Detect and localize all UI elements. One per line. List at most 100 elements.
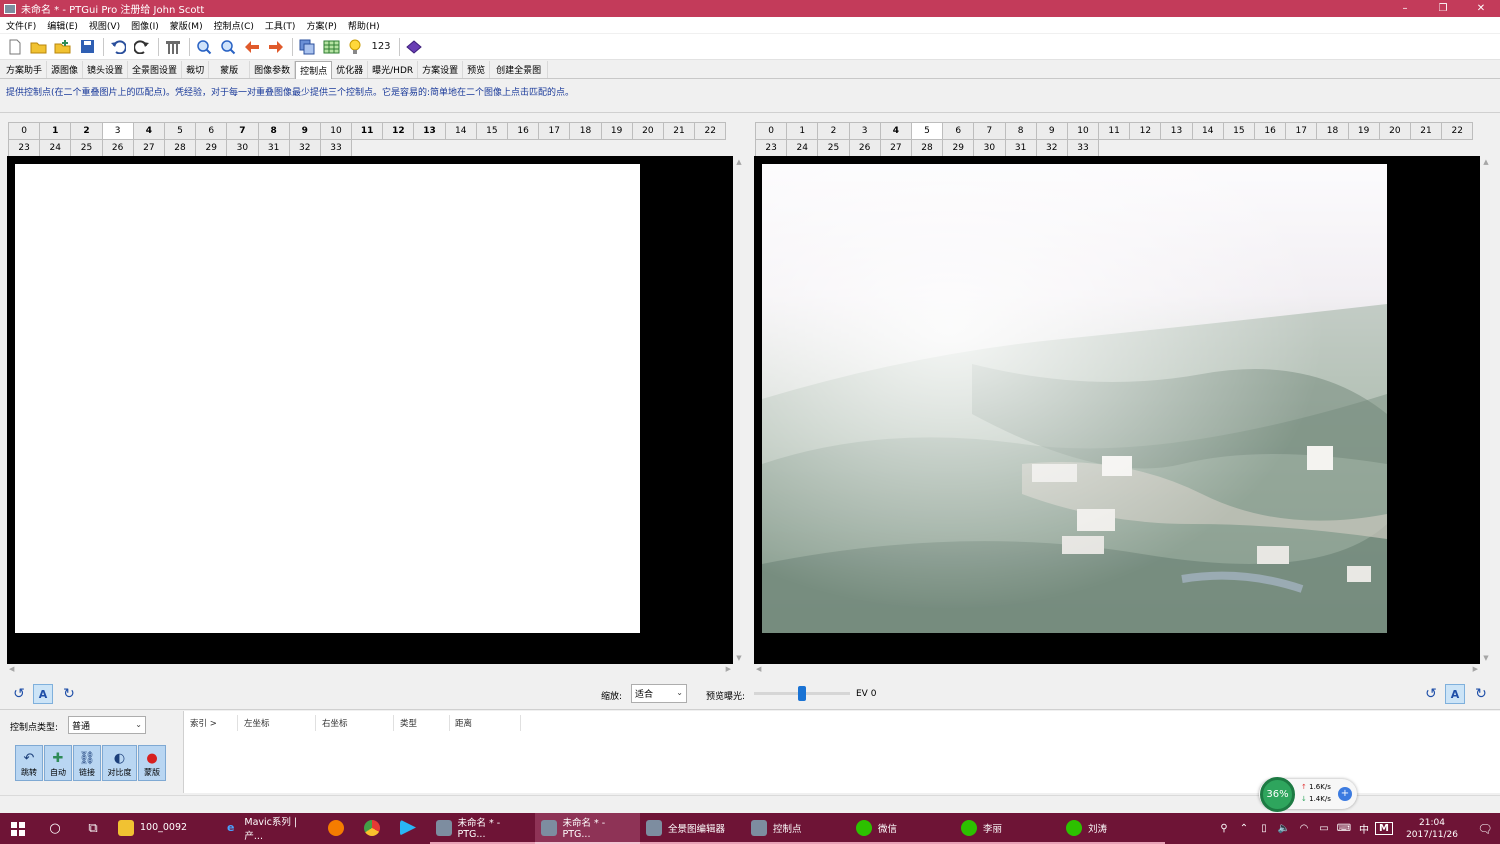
scroll-down-icon[interactable]: ▼ [1481,654,1491,662]
left-auto-mode-button[interactable]: A [33,684,53,704]
right-image-tab-18[interactable]: 18 [1316,122,1349,140]
left-image-tab-31[interactable]: 31 [257,139,290,157]
tab-optimizer[interactable]: 优化器 [332,61,369,78]
rotate-left-icon[interactable]: ↺ [9,684,29,704]
left-image-tab-15[interactable]: 15 [475,122,508,140]
right-image-tab-33[interactable]: 33 [1066,139,1100,157]
right-image-tab-30[interactable]: 30 [973,139,1006,157]
table-icon[interactable] [320,36,342,58]
right-image-tab-3[interactable]: 3 [848,122,881,140]
task-browser[interactable] [358,813,394,844]
left-image-tab-27[interactable]: 27 [132,139,165,157]
ime-indicator[interactable]: 中 [1355,821,1373,836]
exposure-slider[interactable] [754,686,850,701]
left-image-tab-2[interactable]: 2 [70,122,103,140]
left-image-tab-0[interactable]: 0 [8,122,41,140]
left-image-tab-19[interactable]: 19 [600,122,633,140]
zoom-in-icon[interactable] [193,36,215,58]
right-image-viewer[interactable] [754,156,1480,664]
right-vertical-scrollbar[interactable]: ▲ ▼ [1481,156,1491,664]
tab-exposure-hdr[interactable]: 曝光/HDR [368,61,419,78]
undo-icon[interactable] [107,36,129,58]
right-image-tab-20[interactable]: 20 [1378,122,1411,140]
display-icon[interactable]: ▭ [1315,823,1333,834]
right-image-tab-0[interactable]: 0 [755,122,788,140]
left-image-viewer[interactable] [7,156,733,664]
menu-control-points[interactable]: 控制点(C) [214,19,254,32]
new-file-icon[interactable] [4,36,26,58]
left-image-tab-21[interactable]: 21 [662,122,696,140]
column-left-coord[interactable]: 左坐标 [244,717,270,729]
left-image-tab-29[interactable]: 29 [195,139,228,157]
cp-type-select[interactable]: 普通 ⌄ [68,716,146,734]
column-index[interactable]: 索引 > [190,717,217,729]
left-image-tab-28[interactable]: 28 [163,139,197,157]
right-image-tab-17[interactable]: 17 [1285,122,1318,140]
left-image-tab-4[interactable]: 4 [132,122,165,140]
tab-panorama-settings[interactable]: 全景图设置 [128,61,183,78]
right-image-tab-6[interactable]: 6 [942,122,975,140]
right-image-tab-28[interactable]: 28 [910,139,944,157]
left-image-tab-18[interactable]: 18 [569,122,602,140]
scroll-left-icon[interactable]: ◀ [9,665,14,673]
left-image-tab-24[interactable]: 24 [39,139,72,157]
copy-images-icon[interactable] [296,36,318,58]
menu-project[interactable]: 方案(P) [306,19,336,32]
task-explorer[interactable]: 100_0092 [112,813,217,844]
panorama-settings-icon[interactable] [162,36,184,58]
menu-help[interactable]: 帮助(H) [348,19,380,32]
minimize-button[interactable]: – [1386,0,1424,17]
right-image-tab-24[interactable]: 24 [786,139,819,157]
task-firefox[interactable] [322,813,358,844]
mask-button[interactable]: ● 蒙版 [138,745,166,781]
task-ptgui-2[interactable]: 未命名 * - PTG... [535,813,640,844]
left-image-tab-3[interactable]: 3 [101,122,134,140]
left-image-tab-14[interactable]: 14 [444,122,477,140]
menu-file[interactable]: 文件(F) [6,19,36,32]
jump-button[interactable]: ↶ 跳转 [15,745,43,781]
right-image-tab-5[interactable]: 5 [910,122,944,140]
scroll-up-icon[interactable]: ▲ [1481,158,1491,166]
zoom-select[interactable]: 适合 ⌄ [631,684,687,703]
left-image-tab-22[interactable]: 22 [694,122,727,140]
close-button[interactable]: ✕ [1462,0,1500,17]
task-player[interactable] [394,813,430,844]
arrow-left-icon[interactable] [241,36,263,58]
right-image-tab-11[interactable]: 11 [1098,122,1131,140]
right-image-tab-32[interactable]: 32 [1035,139,1068,157]
column-distance[interactable]: 距离 [455,717,472,729]
right-image-tab-9[interactable]: 9 [1035,122,1068,140]
left-image-tab-17[interactable]: 17 [538,122,571,140]
task-view-icon[interactable]: ⧉ [74,813,112,844]
right-image-tab-31[interactable]: 31 [1004,139,1037,157]
tab-lens-settings[interactable]: 镜头设置 [83,61,129,78]
left-image-tab-5[interactable]: 5 [163,122,197,140]
left-vertical-scrollbar[interactable]: ▲ ▼ [734,156,744,664]
keyboard-icon[interactable]: ⌨ [1335,823,1353,834]
right-image[interactable] [762,164,1387,633]
right-auto-mode-button[interactable]: A [1445,684,1465,704]
task-ptgui-1[interactable]: 未命名 * - PTG... [430,813,535,844]
scroll-down-icon[interactable]: ▼ [734,654,744,662]
search-circle-icon[interactable]: ○ [36,813,74,844]
task-wechat[interactable]: 微信 [850,813,955,844]
exposure-slider-thumb[interactable] [798,686,806,701]
right-image-tab-8[interactable]: 8 [1004,122,1037,140]
left-image-tab-25[interactable]: 25 [70,139,103,157]
right-image-tab-19[interactable]: 19 [1347,122,1380,140]
wifi-icon[interactable]: ◠ [1295,823,1313,834]
menu-mask[interactable]: 蒙版(M) [170,19,203,32]
left-image-tab-13[interactable]: 13 [413,122,446,140]
right-image-tab-29[interactable]: 29 [942,139,975,157]
right-image-tab-2[interactable]: 2 [817,122,850,140]
tab-project-settings[interactable]: 方案设置 [418,61,464,78]
contrast-button[interactable]: ◐ 对比度 [102,745,137,781]
right-image-tab-14[interactable]: 14 [1191,122,1224,140]
link-button[interactable]: ⛓ 链接 [73,745,101,781]
left-image-tab-12[interactable]: 12 [382,122,415,140]
left-image-tab-6[interactable]: 6 [195,122,228,140]
left-horizontal-scrollbar[interactable]: ◀ ▶ [7,664,733,677]
save-icon[interactable] [76,36,98,58]
right-image-tab-27[interactable]: 27 [879,139,912,157]
left-image-tab-23[interactable]: 23 [8,139,41,157]
